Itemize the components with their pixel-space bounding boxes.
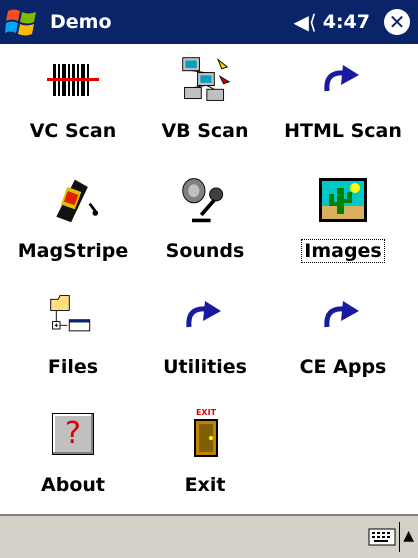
cactus-picture-icon xyxy=(317,174,369,226)
sip-separator xyxy=(399,522,400,552)
launcher-item-images[interactable]: Images xyxy=(276,164,410,282)
shortcut-arrow-icon xyxy=(317,54,369,106)
keyboard-icon[interactable] xyxy=(368,526,396,548)
microphone-icon xyxy=(179,174,231,226)
network-icon xyxy=(179,54,231,106)
launcher-item-about[interactable]: ? About xyxy=(6,398,140,516)
volume-icon[interactable]: ◀︎⟨ xyxy=(294,10,317,34)
shortcut-arrow-icon xyxy=(317,290,369,342)
launcher-item-sounds[interactable]: Sounds xyxy=(138,164,272,282)
launcher-item-label: VC Scan xyxy=(29,120,117,142)
barcode-icon xyxy=(47,54,99,106)
launcher-item-label: CE Apps xyxy=(299,356,387,378)
taskbar: ▲ xyxy=(0,514,418,558)
magstripe-icon xyxy=(47,174,99,226)
launcher-item-label: Files xyxy=(47,356,99,378)
launcher-item-utilities[interactable]: Utilities xyxy=(138,280,272,398)
launcher-item-vb-scan[interactable]: VB Scan xyxy=(138,44,272,162)
launcher-item-magstripe[interactable]: MagStripe xyxy=(6,164,140,282)
launcher-item-label: Sounds xyxy=(165,240,245,262)
close-icon: ✕ xyxy=(388,10,406,34)
launcher-item-html-scan[interactable]: HTML Scan xyxy=(276,44,410,162)
launcher-item-label: About xyxy=(41,474,105,496)
launcher-item-label: VB Scan xyxy=(161,120,249,142)
start-button[interactable] xyxy=(0,0,44,44)
exit-door-icon: EXIT xyxy=(179,408,231,460)
exit-sign: EXIT xyxy=(196,408,217,417)
launcher-item-exit[interactable]: EXIT Exit xyxy=(138,398,272,516)
sip-up-arrow-icon[interactable]: ▲ xyxy=(403,528,414,544)
launcher-item-label: Utilities xyxy=(163,356,247,378)
launcher-item-label: Exit xyxy=(184,474,226,496)
launcher-item-label: HTML Scan xyxy=(284,120,402,142)
launcher-item-files[interactable]: Files xyxy=(6,280,140,398)
windows-flag-icon xyxy=(5,9,36,36)
shortcut-arrow-icon xyxy=(179,290,231,342)
clock[interactable]: 4:47 xyxy=(323,11,370,33)
app-title: Demo xyxy=(50,11,112,33)
help-glyph: ? xyxy=(52,413,94,455)
close-button[interactable]: ✕ xyxy=(384,9,410,35)
launcher-item-ce-apps[interactable]: CE Apps xyxy=(276,280,410,398)
launcher-item-label: MagStripe xyxy=(17,240,129,262)
launcher-item-label: Images xyxy=(301,239,385,263)
launcher-grid: VC Scan VB Scan HTML Scan MagStripe Soun… xyxy=(0,44,418,514)
help-icon: ? xyxy=(47,408,99,460)
launcher-item-vc-scan[interactable]: VC Scan xyxy=(6,44,140,162)
folder-tree-icon xyxy=(47,290,99,342)
title-bar: Demo ◀︎⟨ 4:47 ✕ xyxy=(0,0,418,44)
